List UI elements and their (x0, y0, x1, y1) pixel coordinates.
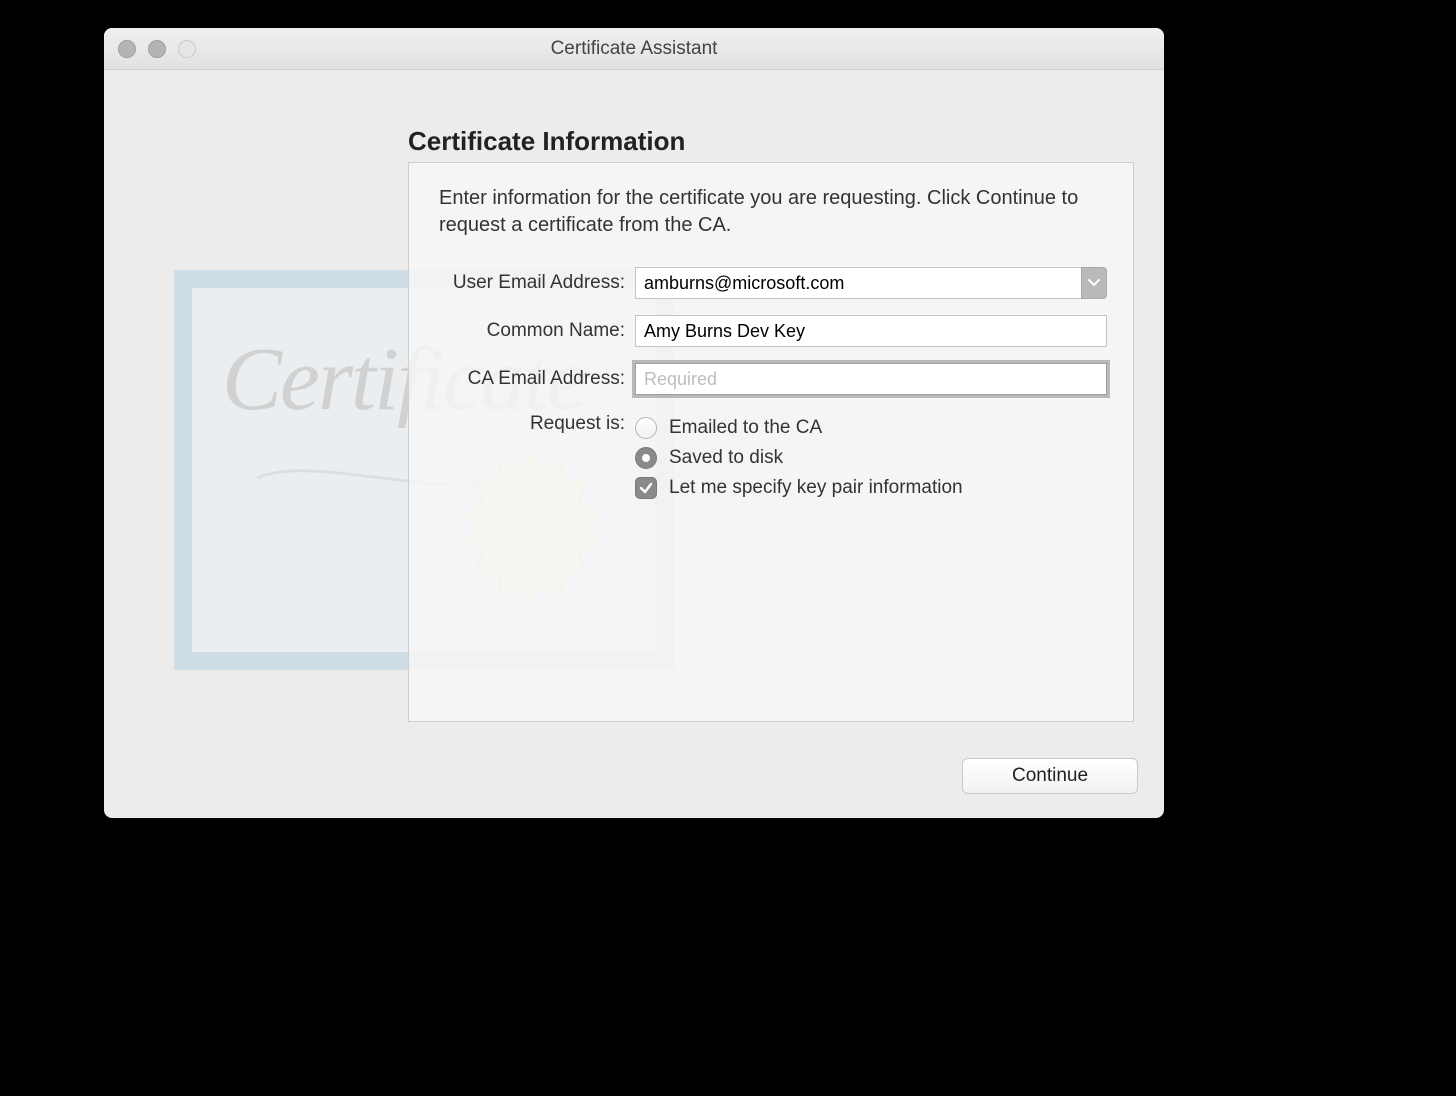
window-title: Certificate Assistant (104, 38, 1164, 60)
common-name-label: Common Name: (409, 320, 635, 342)
titlebar: Certificate Assistant (104, 28, 1164, 70)
certificate-assistant-window: Certificate Assistant Certificate Certif… (104, 28, 1164, 818)
request-emailed-radio[interactable] (635, 417, 657, 439)
content-area: Certificate Certificate Information Ente… (104, 70, 1164, 818)
chevron-down-icon (1088, 279, 1100, 287)
user-email-combobox[interactable] (635, 267, 1107, 299)
zoom-window-button (178, 40, 196, 58)
user-email-label: User Email Address: (409, 272, 635, 294)
user-email-dropdown-button[interactable] (1081, 267, 1107, 299)
form-panel: Enter information for the certificate yo… (408, 162, 1134, 722)
certificate-form: User Email Address: Common Name: (409, 251, 1133, 507)
request-is-label: Request is: (409, 411, 635, 435)
continue-button[interactable]: Continue (962, 758, 1138, 794)
ca-email-label: CA Email Address: (409, 368, 635, 390)
specify-keypair-checkbox[interactable] (635, 477, 657, 499)
specify-keypair-label: Let me specify key pair information (669, 477, 963, 499)
common-name-input[interactable] (635, 315, 1107, 347)
request-saved-label: Saved to disk (669, 447, 783, 469)
request-saved-radio[interactable] (635, 447, 657, 469)
minimize-window-button[interactable] (148, 40, 166, 58)
user-email-input[interactable] (635, 267, 1081, 299)
ca-email-input[interactable] (635, 363, 1107, 395)
page-heading: Certificate Information (408, 126, 685, 157)
request-emailed-label: Emailed to the CA (669, 417, 822, 439)
window-controls (118, 40, 196, 58)
instructions-text: Enter information for the certificate yo… (409, 163, 1133, 251)
checkmark-icon (639, 481, 653, 495)
close-window-button[interactable] (118, 40, 136, 58)
